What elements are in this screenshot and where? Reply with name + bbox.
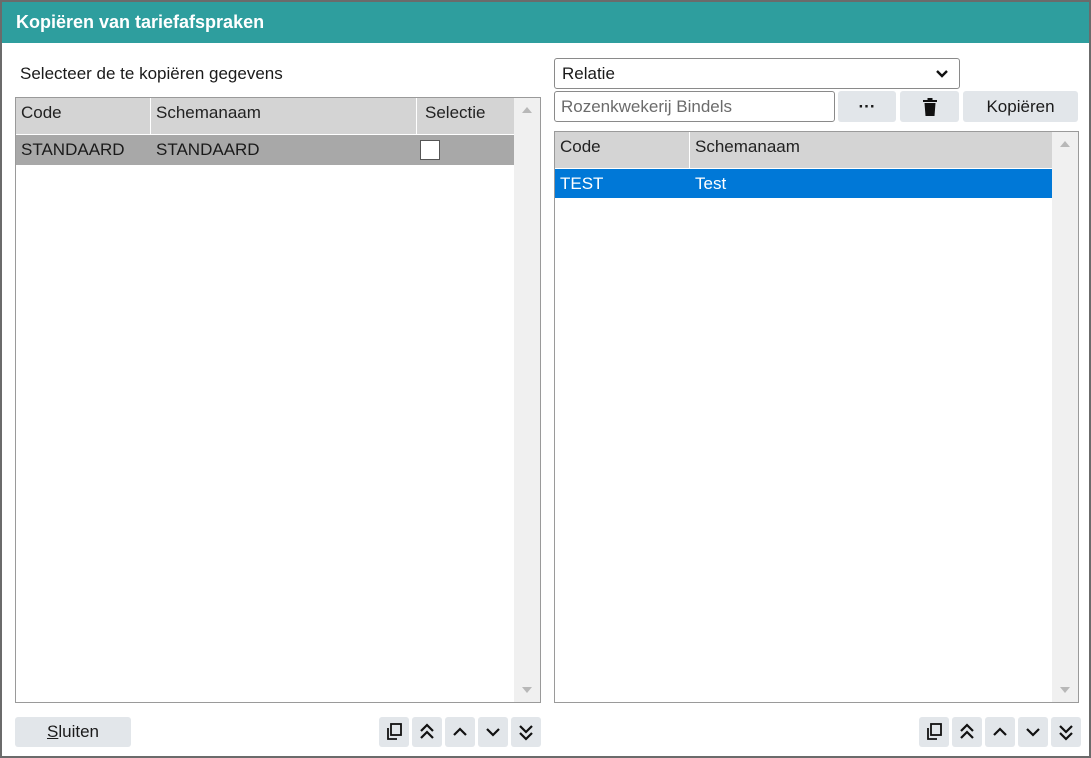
cell-selectie <box>417 140 514 160</box>
dialog-window: Kopiëren van tariefafspraken Selecteer d… <box>0 0 1091 758</box>
column-header-schemanaam[interactable]: Schemanaam <box>690 132 1052 168</box>
chevron-down-icon <box>936 70 948 78</box>
scroll-up-icon[interactable] <box>522 107 532 113</box>
left-grid: Code Schemanaam Selectie STANDAARD STAND… <box>15 97 541 703</box>
table-row[interactable]: TEST Test <box>555 169 1052 198</box>
close-button-mnemonic: S <box>47 722 59 741</box>
right-previous-button[interactable] <box>985 717 1015 747</box>
left-previous-button[interactable] <box>445 717 475 747</box>
cell-schemanaam: STANDAARD <box>156 140 260 159</box>
column-header-schemanaam[interactable]: Schemanaam <box>151 98 417 134</box>
double-chevron-up-icon <box>960 723 974 739</box>
cell-code: TEST <box>560 173 604 193</box>
double-chevron-down-icon <box>519 725 533 741</box>
column-header-selectie[interactable]: Selectie <box>417 98 514 134</box>
left-next-button[interactable] <box>478 717 508 747</box>
selectie-checkbox[interactable] <box>420 140 440 160</box>
chevron-down-icon <box>1026 728 1040 737</box>
double-chevron-up-icon <box>420 723 434 739</box>
cell-schemanaam: Test <box>695 173 727 193</box>
right-grid-header: Code Schemanaam <box>555 132 1052 168</box>
scroll-down-icon[interactable] <box>1060 687 1070 693</box>
close-button[interactable]: Sluiten <box>15 717 131 747</box>
right-copy-nav-button[interactable] <box>919 717 949 747</box>
copy-icon <box>927 723 942 740</box>
relation-select-value: Relatie <box>562 64 615 83</box>
relation-input[interactable] <box>554 91 835 122</box>
column-header-code[interactable]: Code <box>16 98 151 134</box>
instruction-label: Selecteer de te kopiëren gegevens <box>20 64 283 83</box>
trash-icon <box>922 97 937 116</box>
left-first-button[interactable] <box>412 717 442 747</box>
window-title: Kopiëren van tariefafspraken <box>2 2 1089 43</box>
left-copy-nav-button[interactable] <box>379 717 409 747</box>
chevron-up-icon <box>453 727 467 736</box>
delete-button[interactable] <box>900 91 959 122</box>
chevron-up-icon <box>993 727 1007 736</box>
close-button-label: luiten <box>58 722 99 741</box>
copy-button[interactable]: Kopiëren <box>963 91 1078 122</box>
left-grid-scrollbar[interactable] <box>514 98 540 702</box>
more-icon: ··· <box>858 96 876 116</box>
column-header-code[interactable]: Code <box>555 132 690 168</box>
copy-icon <box>387 723 402 740</box>
table-row[interactable]: STANDAARD STANDAARD <box>16 135 514 165</box>
relation-select[interactable]: Relatie <box>554 58 960 89</box>
browse-button[interactable]: ··· <box>838 91 896 122</box>
chevron-down-icon <box>486 728 500 737</box>
scroll-down-icon[interactable] <box>522 687 532 693</box>
right-grid: Code Schemanaam TEST Test <box>554 131 1079 703</box>
right-last-button[interactable] <box>1051 717 1081 747</box>
left-last-button[interactable] <box>511 717 541 747</box>
scroll-up-icon[interactable] <box>1060 141 1070 147</box>
right-next-button[interactable] <box>1018 717 1048 747</box>
right-first-button[interactable] <box>952 717 982 747</box>
right-grid-scrollbar[interactable] <box>1052 132 1078 702</box>
cell-code: STANDAARD <box>21 140 125 159</box>
left-grid-header: Code Schemanaam Selectie <box>16 98 514 134</box>
double-chevron-down-icon <box>1059 725 1073 741</box>
